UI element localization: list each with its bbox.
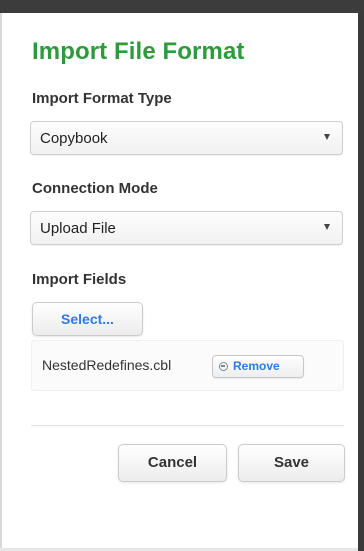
selected-file-name: NestedRedefines.cbl: [42, 357, 172, 373]
window-top-bar: [0, 0, 364, 13]
select-fields-button[interactable]: Select...: [32, 302, 143, 336]
format-type-value: Copybook: [40, 130, 108, 147]
remove-button-label: Remove: [233, 359, 280, 373]
remove-circle-icon: [219, 362, 228, 371]
connection-mode-select[interactable]: Upload File: [30, 211, 343, 245]
dialog-title: Import File Format: [32, 38, 245, 65]
footer-divider: [31, 425, 344, 426]
save-button[interactable]: Save: [238, 444, 345, 482]
dialog-left-border: [0, 13, 2, 551]
import-fields-label: Import Fields: [32, 271, 127, 288]
format-type-select[interactable]: Copybook: [30, 121, 343, 155]
import-file-format-dialog: Import File Format Import Format Type Co…: [0, 0, 364, 551]
connection-mode-value: Upload File: [40, 220, 116, 237]
format-type-label: Import Format Type: [32, 90, 172, 107]
connection-mode-label: Connection Mode: [32, 180, 158, 197]
selected-file-row: NestedRedefines.cbl Remove: [31, 340, 344, 391]
remove-file-button[interactable]: Remove: [212, 355, 304, 378]
chevron-down-icon: [324, 134, 330, 140]
dialog-right-border: [358, 13, 364, 551]
cancel-button[interactable]: Cancel: [118, 444, 227, 482]
chevron-down-icon: [324, 224, 330, 230]
